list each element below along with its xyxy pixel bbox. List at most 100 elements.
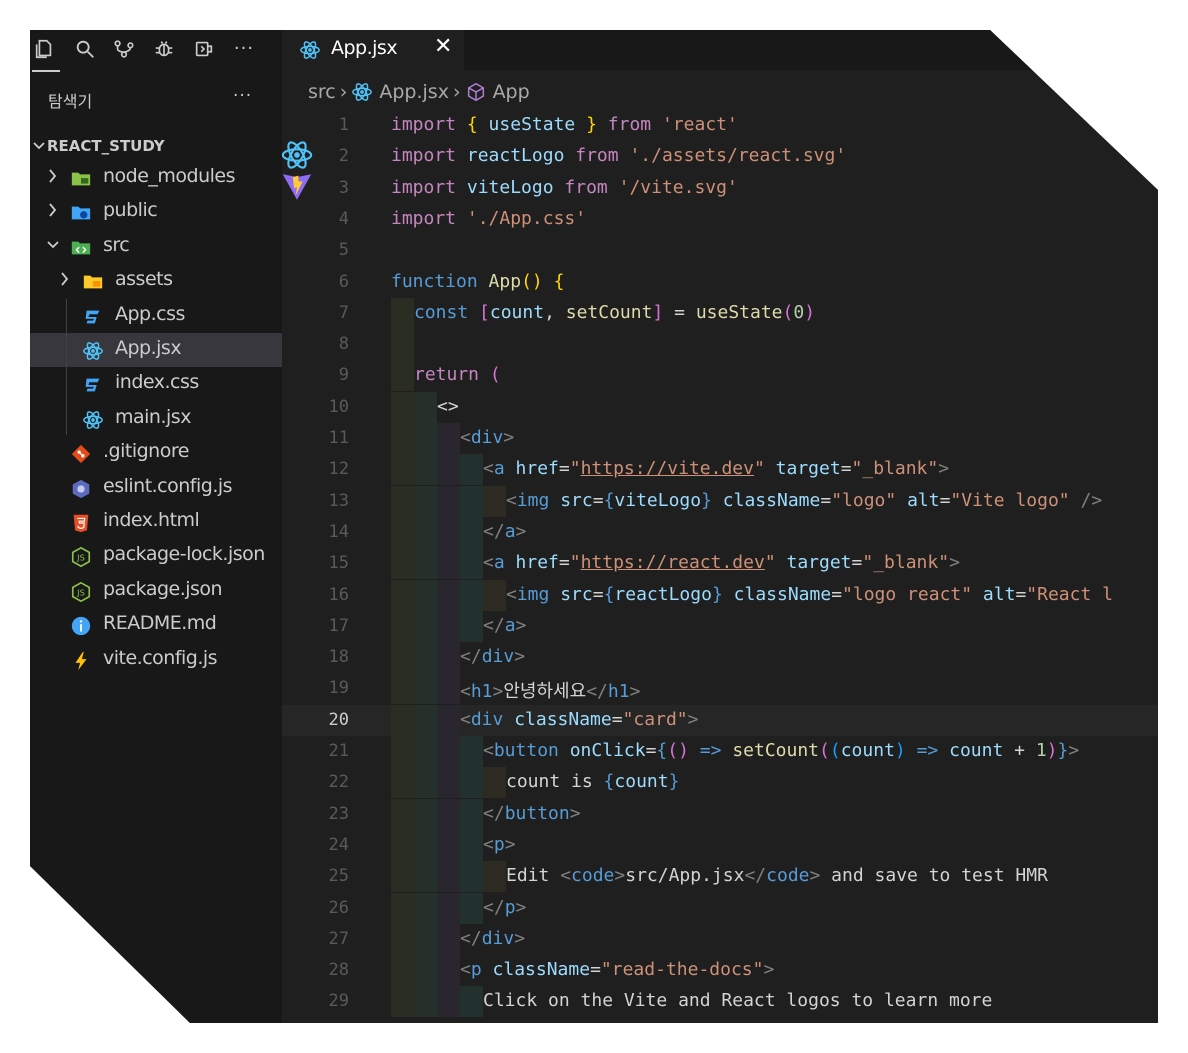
- line-number: 29: [328, 991, 349, 1012]
- code-token: className: [722, 489, 821, 511]
- code-token: https://react.dev: [580, 552, 765, 574]
- extensions-icon[interactable]: [191, 36, 217, 62]
- debug-icon[interactable]: [151, 36, 177, 62]
- code-line[interactable]: 15 <a href="https://react.dev" target="_b…: [282, 548, 1158, 580]
- chevron-right-icon: ›: [339, 80, 348, 103]
- breadcrumb: src › App.jsx › App: [308, 80, 530, 106]
- code-token: src: [560, 583, 593, 605]
- code-line[interactable]: 24 <p>: [282, 829, 1158, 861]
- code-text: </div>: [460, 928, 525, 949]
- code-token: alt: [907, 489, 940, 511]
- code-token: =: [831, 583, 843, 605]
- code-line[interactable]: 22 count is {count}: [282, 767, 1158, 799]
- tree-item[interactable]: main.jsx: [30, 402, 282, 436]
- indent-guide: [437, 454, 460, 486]
- indent-guide: [414, 892, 437, 924]
- code-line[interactable]: 12 <a href="https://vite.dev" target="_bl…: [282, 454, 1158, 486]
- line-number: 7: [338, 302, 349, 323]
- code-token: button: [493, 740, 559, 761]
- line-number: 19: [328, 678, 349, 699]
- code-line[interactable]: 11 <div>: [282, 423, 1158, 454]
- tree-item[interactable]: eslint.config.js: [30, 471, 282, 505]
- code-line[interactable]: 25 Edit <code>src/App.jsx</code> and save…: [282, 861, 1158, 893]
- code-line[interactable]: 26 </p>: [282, 892, 1158, 924]
- code-line[interactable]: 10 <>: [282, 391, 1158, 423]
- code-line[interactable]: 20 <div className="card">: [282, 704, 1158, 736]
- code-token: reactLogo: [614, 583, 712, 605]
- indent-guide: [391, 955, 414, 987]
- code-token: <: [483, 740, 494, 761]
- indent-guide: [414, 955, 437, 987]
- tree-item[interactable]: JS package-lock.json: [30, 539, 282, 573]
- tree-item[interactable]: src: [30, 230, 282, 264]
- indent-guide: [483, 579, 506, 611]
- code-line[interactable]: 16 <img src={reactLogo} className="logo r…: [282, 579, 1158, 611]
- indent-guide: [414, 923, 437, 955]
- close-icon[interactable]: ✕: [434, 34, 452, 59]
- code-token: >: [514, 927, 526, 949]
- code-line[interactable]: 9 return (: [282, 360, 1158, 392]
- code-line[interactable]: 18 </div>: [282, 642, 1158, 674]
- search-icon[interactable]: [72, 36, 98, 62]
- code-line[interactable]: 29 Click on the Vite and React logos to l…: [282, 986, 1158, 1018]
- code-token: count is: [506, 771, 604, 793]
- code-line[interactable]: 1 import { useState } from 'react': [282, 110, 1158, 141]
- tree-item[interactable]: README.md: [30, 608, 282, 642]
- code-line[interactable]: 17 </a>: [282, 610, 1158, 642]
- source-control-icon[interactable]: [111, 36, 137, 62]
- code-line[interactable]: 23 </button>: [282, 798, 1158, 830]
- breadcrumb-file[interactable]: App.jsx: [379, 81, 449, 103]
- symbol-component-icon: [467, 82, 484, 101]
- indent-guide: [460, 736, 483, 767]
- code-token: =>: [699, 740, 722, 761]
- tree-item[interactable]: App.jsx: [30, 333, 282, 367]
- tree-item[interactable]: index.html: [30, 505, 282, 539]
- code-line[interactable]: 19 <h1>안녕하세요</h1>: [282, 673, 1158, 705]
- code-line[interactable]: 2 import reactLogo from './assets/react.s…: [282, 141, 1158, 172]
- tree-item[interactable]: App.css: [30, 299, 282, 333]
- explorer-more-button[interactable]: ···: [233, 86, 252, 106]
- code-line[interactable]: 27 </div>: [282, 923, 1158, 955]
- breadcrumb-symbol[interactable]: App: [493, 81, 530, 103]
- code-line[interactable]: 6 function App() {: [282, 267, 1158, 298]
- indent-guide: [414, 548, 437, 580]
- code-line[interactable]: 4 import './App.css': [282, 204, 1158, 235]
- tree-item-label: package-lock.json: [103, 543, 265, 566]
- code-line[interactable]: 14 </a>: [282, 516, 1158, 548]
- code-line[interactable]: 21 <button onClick={() => setCount((count…: [282, 736, 1158, 767]
- code-token: count: [614, 771, 669, 793]
- code-line[interactable]: 8: [282, 329, 1158, 361]
- indent-guide: [391, 923, 414, 955]
- tree-item[interactable]: index.css: [30, 367, 282, 401]
- tree-item[interactable]: vite.config.js: [30, 643, 282, 677]
- more-actions-icon[interactable]: ···: [231, 36, 257, 62]
- indent-guide: [483, 767, 506, 799]
- project-header[interactable]: REACT_STUDY: [30, 133, 282, 161]
- code-line[interactable]: 5: [282, 235, 1158, 266]
- files-icon[interactable]: [31, 36, 57, 62]
- tree-item[interactable]: JS package.json: [30, 574, 282, 608]
- breadcrumb-folder[interactable]: src: [308, 81, 336, 103]
- code-token: </: [586, 681, 608, 703]
- tree-item[interactable]: assets: [30, 264, 282, 298]
- code-token: }: [711, 583, 723, 605]
- code-text: <h1>안녕하세요</h1>: [460, 677, 640, 703]
- line-number: 2: [338, 146, 349, 167]
- tree-item[interactable]: .gitignore: [30, 436, 282, 470]
- code-line[interactable]: 7 const [count, setCount] = useState(0): [282, 297, 1158, 329]
- code-token: <: [483, 458, 494, 480]
- indent-guide: [460, 516, 483, 548]
- code-text: <button onClick={() => setCount((count) …: [483, 740, 1079, 761]
- tab-app-jsx[interactable]: App.jsx ✕: [282, 30, 464, 70]
- code-line[interactable]: 3 import viteLogo from '/vite.svg': [282, 173, 1158, 204]
- tree-item[interactable]: node_modules: [30, 161, 282, 195]
- tree-item[interactable]: public: [30, 195, 282, 229]
- code-line[interactable]: 13 <img src={viteLogo} className="logo" a…: [282, 485, 1158, 517]
- code-line[interactable]: 28 <p className="read-the-docs">: [282, 955, 1158, 987]
- code-token: ,: [544, 301, 555, 323]
